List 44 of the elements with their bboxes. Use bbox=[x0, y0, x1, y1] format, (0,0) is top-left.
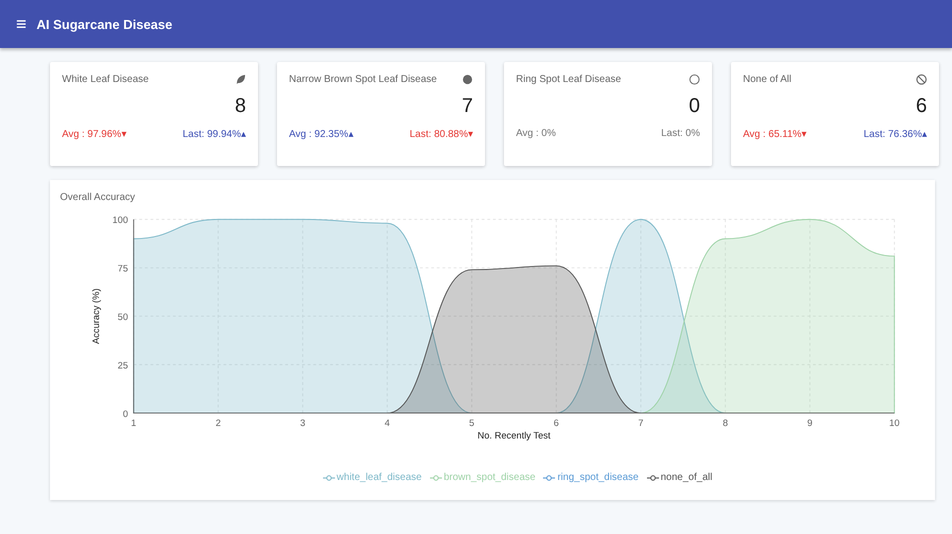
circle-icon bbox=[689, 74, 700, 85]
average-stat: Avg : 97.96%▾ bbox=[62, 128, 126, 140]
x-axis-label: No. Recently Test bbox=[478, 430, 551, 440]
count-value: 8 bbox=[234, 95, 246, 118]
average-stat: Avg : 92.35%▴ bbox=[289, 128, 354, 140]
x-tick-label: 8 bbox=[722, 418, 728, 428]
x-tick-label: 4 bbox=[384, 418, 390, 428]
y-tick-label: 75 bbox=[118, 264, 128, 274]
y-tick-label: 100 bbox=[112, 215, 128, 226]
count-value: 7 bbox=[460, 95, 473, 118]
count-value: 0 bbox=[688, 95, 700, 118]
y-tick-label: 0 bbox=[122, 408, 128, 419]
panel-title: Overall Accuracy bbox=[59, 191, 136, 205]
card-title: Narrow Brown Spot Leaf Disease bbox=[289, 74, 437, 85]
legend-label[interactable]: ring_spot_disease bbox=[557, 472, 639, 483]
x-tick-label: 1 bbox=[131, 418, 136, 428]
x-tick-label: 5 bbox=[469, 418, 474, 428]
block-icon bbox=[916, 74, 927, 85]
last-stat: Last: 80.88%▾ bbox=[410, 128, 473, 140]
average-stat: Avg : 65.11%▾ bbox=[743, 128, 807, 140]
x-tick-label: 2 bbox=[216, 418, 221, 428]
x-tick-label: 6 bbox=[554, 418, 559, 428]
app-title: AI Sugarcane Disease bbox=[36, 16, 172, 32]
leaf-icon bbox=[235, 74, 246, 85]
menu-button[interactable]: ≡ bbox=[10, 14, 33, 34]
y-tick-label: 25 bbox=[118, 360, 128, 370]
legend-label[interactable]: brown_spot_disease bbox=[444, 472, 536, 483]
x-tick-label: 9 bbox=[807, 418, 812, 428]
x-tick-label: 10 bbox=[889, 418, 900, 428]
y-tick-label: 50 bbox=[118, 312, 128, 322]
legend-label[interactable]: none_of_all bbox=[660, 472, 712, 483]
last-stat: Last: 99.94%▴ bbox=[182, 128, 246, 140]
card-title: White Leaf Disease bbox=[62, 74, 149, 85]
x-tick-label: 3 bbox=[300, 418, 306, 428]
card-title: None of All bbox=[743, 74, 792, 85]
x-tick-label: 7 bbox=[638, 418, 644, 428]
last-stat: Last: 0% bbox=[661, 128, 700, 139]
average-stat: Avg : 0% bbox=[516, 128, 556, 139]
y-axis-label: Accuracy (%) bbox=[91, 288, 102, 344]
card-title: Ring Spot Leaf Disease bbox=[516, 74, 622, 85]
dot-icon bbox=[462, 74, 473, 85]
last-stat: Last: 76.36%▴ bbox=[864, 128, 927, 140]
legend-label[interactable]: white_leaf_disease bbox=[336, 472, 422, 483]
count-value: 6 bbox=[914, 95, 927, 118]
